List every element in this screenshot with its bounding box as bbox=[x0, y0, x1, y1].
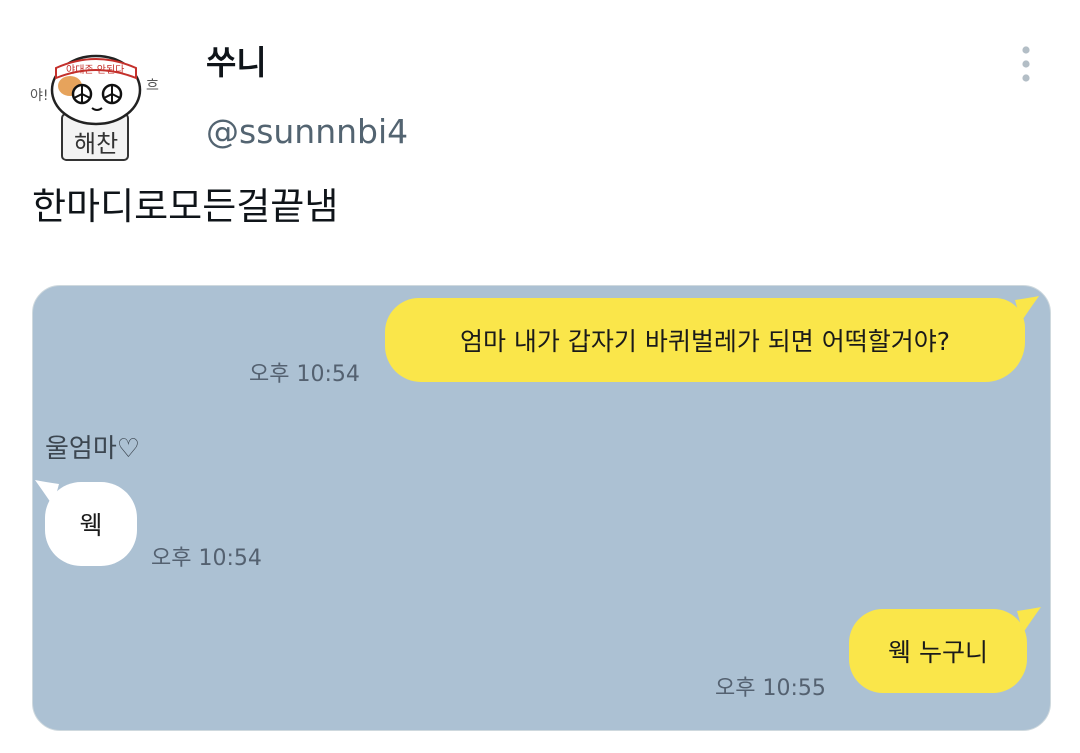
chat-message-text: 엄마 내가 갑자기 바퀴벌레가 되면 어떡할거야? bbox=[459, 327, 950, 356]
avatar-headband-text: 야대존 안된다 bbox=[66, 64, 124, 76]
more-vertical-icon[interactable] bbox=[1016, 44, 1036, 84]
display-name[interactable]: 쑤니 bbox=[206, 36, 267, 84]
bubble-tail bbox=[1015, 296, 1039, 322]
sender-name: 울엄마♡ bbox=[45, 434, 141, 464]
chat-message-text: 웩 누구니 bbox=[888, 638, 988, 667]
message-time: 오후 10:54 bbox=[151, 546, 262, 571]
avatar-side-right-text: 흐 bbox=[146, 78, 159, 94]
chat-bubble-received: 웩 bbox=[45, 482, 137, 566]
chat-bubble-sent: 웩 누구니 bbox=[849, 609, 1027, 693]
chat-bubble-sent: 엄마 내가 갑자기 바퀴벌레가 되면 어떡할거야? bbox=[385, 298, 1025, 382]
user-handle[interactable]: @ssunnnbi4 bbox=[206, 112, 408, 151]
cat-avatar-illustration: 해찬 야대존 안된다 야! 흐 bbox=[26, 28, 166, 168]
avatar-side-left-text: 야! bbox=[30, 88, 49, 104]
avatar-sign-text: 해찬 bbox=[74, 130, 118, 158]
chat-screenshot-image[interactable]: 오후 10:54 엄마 내가 갑자기 바퀴벌레가 되면 어떡할거야? 울엄마♡ … bbox=[32, 285, 1051, 731]
message-time: 오후 10:54 bbox=[249, 362, 360, 387]
bubble-tail bbox=[1017, 607, 1041, 633]
avatar[interactable]: 해찬 야대존 안된다 야! 흐 bbox=[26, 28, 166, 168]
tweet-text: 한마디로모든걸끝냄 bbox=[32, 185, 339, 228]
message-time: 오후 10:55 bbox=[715, 676, 826, 701]
chat-message-text: 웩 bbox=[79, 511, 103, 540]
